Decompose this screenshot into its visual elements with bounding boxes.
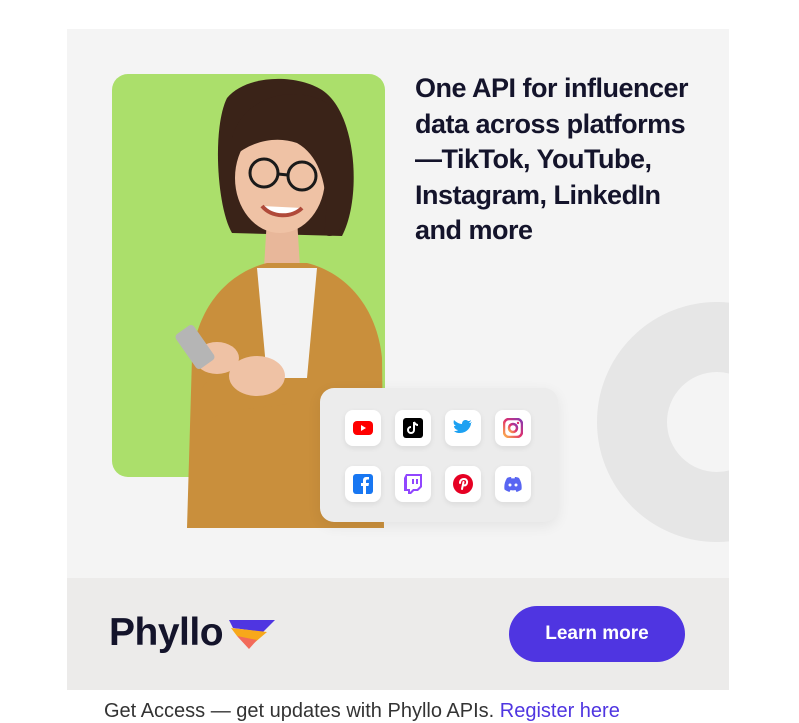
discord-icon <box>495 466 531 502</box>
brand-name: Phyllo <box>109 611 224 654</box>
decorative-ring <box>597 302 729 542</box>
platform-icons-panel <box>320 388 558 522</box>
twitch-icon <box>395 466 431 502</box>
learn-more-button[interactable]: Learn more <box>509 606 685 662</box>
register-link[interactable]: Register here <box>500 700 620 722</box>
facebook-icon <box>345 466 381 502</box>
caption-body: Get Access — get updates with Phyllo API… <box>104 700 495 722</box>
tiktok-icon <box>395 410 431 446</box>
phyllo-logo: Phyllo <box>109 611 277 655</box>
youtube-icon <box>345 410 381 446</box>
ad-banner[interactable]: One API for influencer data across platf… <box>67 29 729 690</box>
pinterest-icon <box>445 466 481 502</box>
caption-text: Get Access — get updates with Phyllo API… <box>104 700 620 723</box>
ad-headline: One API for influencer data across platf… <box>415 73 689 245</box>
twitter-icon <box>445 410 481 446</box>
phyllo-wing-icon <box>229 620 276 649</box>
ad-footer: Phyllo Learn more <box>67 578 729 690</box>
instagram-icon <box>495 410 531 446</box>
